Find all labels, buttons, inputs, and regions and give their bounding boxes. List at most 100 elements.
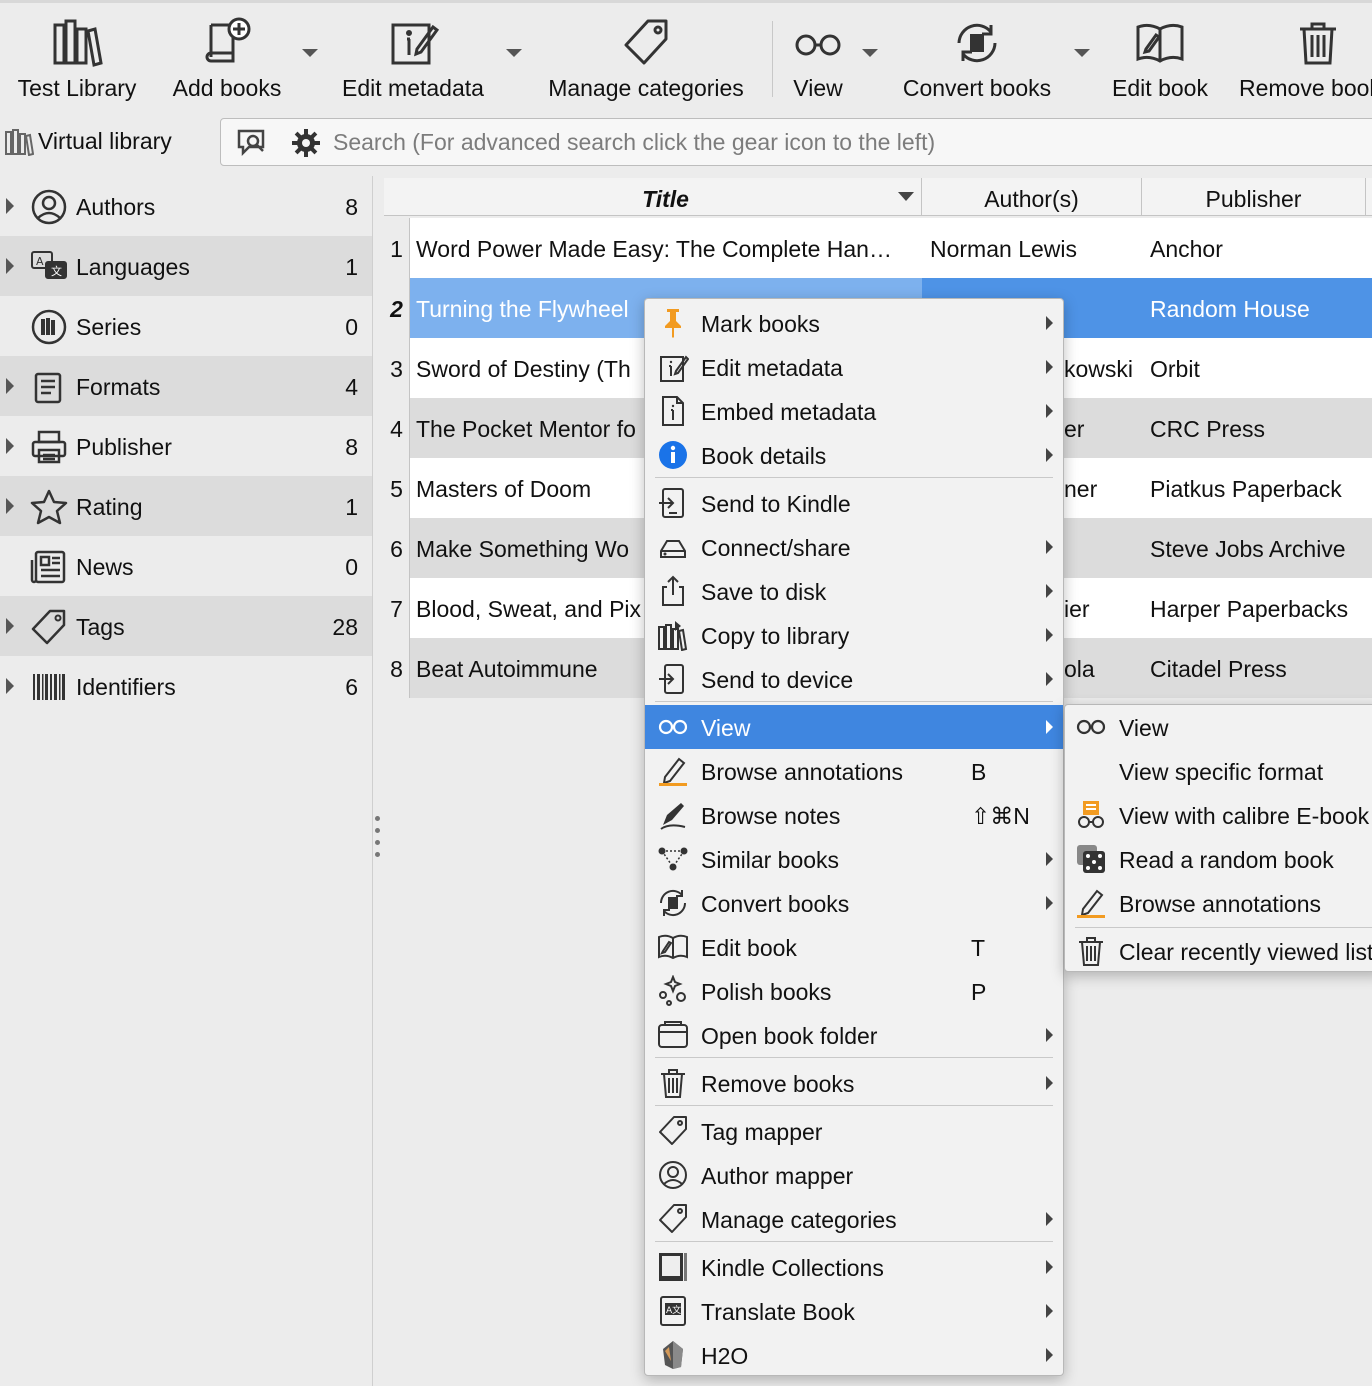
expand-arrow-icon[interactable] [6,678,14,694]
sidebar-item-formats[interactable]: Formats 4 [0,356,372,416]
menu-item-label: Open book folder [701,1023,878,1049]
toolbar-convert-books-button[interactable]: Convert books [890,11,1064,107]
submenu-item-browse-annotations[interactable]: Browse annotations [1065,881,1372,925]
glasses-icon [658,719,688,735]
toolbar-manage-categories-button[interactable]: Manage categories [536,11,756,107]
menu-item-send-to-kindle[interactable]: Send to Kindle [645,481,1063,525]
cell-publisher: Citadel Press [1150,656,1287,682]
expand-arrow-icon[interactable] [6,438,14,454]
menu-item-shortcut: P [971,979,987,1005]
menu-item-embed-metadata[interactable]: Embed metadata [645,389,1063,433]
menu-item-h2o[interactable]: H2O [645,1333,1063,1377]
convert-books-dropdown-arrow[interactable] [1074,49,1090,57]
menu-item-polish-books[interactable]: Polish books P [645,969,1063,1013]
toolbar-edit-metadata-button[interactable]: Edit metadata [330,11,496,107]
submenu-item-clear-recently-viewed[interactable]: Clear recently viewed list [1065,929,1372,971]
menu-item-copy-to-library[interactable]: Copy to library [645,613,1063,657]
submenu-item-view-with-calibre-viewer[interactable]: View with calibre E-book viewer [1065,793,1372,837]
row-number: 6 [384,518,410,578]
sidebar-item-rating[interactable]: Rating 1 [0,476,372,536]
menu-item-edit-metadata[interactable]: Edit metadata [645,345,1063,389]
menu-separator [655,1241,1053,1242]
menu-item-connect-share[interactable]: Connect/share [645,525,1063,569]
menu-item-mark-books[interactable]: Mark books [645,301,1063,345]
submenu-item-view-specific-format[interactable]: View specific format [1065,749,1372,793]
menu-item-label: Manage categories [701,1207,897,1233]
row-number: 4 [384,398,410,458]
row-number: 3 [384,338,410,398]
translate-icon: A文 [660,1296,686,1326]
toolbar-add-books-button[interactable]: Add books [160,11,294,107]
virtual-library-button[interactable]: Virtual library [0,118,210,166]
sidebar-item-count: 28 [332,614,358,640]
menu-item-manage-categories[interactable]: Manage categories [645,1197,1063,1241]
menu-item-remove-books[interactable]: Remove books [645,1061,1063,1105]
sidebar-item-count: 8 [345,434,358,460]
edit-metadata-dropdown-arrow[interactable] [506,49,522,57]
toolbar-remove-books-button[interactable]: Remove books [1232,11,1372,107]
sidebar-item-authors[interactable]: Authors 8 [0,176,372,236]
view-dropdown-arrow[interactable] [862,49,878,57]
menu-item-send-to-device[interactable]: Send to device [645,657,1063,701]
sidebar-item-news[interactable]: News 0 [0,536,372,596]
menu-item-convert-books[interactable]: Convert books [645,881,1063,925]
submenu-arrow-icon [1046,1076,1053,1090]
expand-arrow-icon[interactable] [6,618,14,634]
menu-item-label: Similar books [701,847,840,873]
publisher-icon [31,430,67,464]
save-icon [662,575,684,606]
sidebar-item-identifiers[interactable]: Identifiers 6 [0,656,372,716]
submenu-arrow-icon [1046,584,1053,598]
column-header-label: Author(s) [984,186,1079,212]
expand-arrow-icon[interactable] [6,198,14,214]
submenu-arrow-icon [1046,1028,1053,1042]
column-header-title[interactable]: Title [410,178,922,216]
menu-item-view[interactable]: View [645,705,1063,749]
menu-item-open-book-folder[interactable]: Open book folder [645,1013,1063,1057]
column-header-authors[interactable]: Author(s) [922,178,1142,216]
glasses-icon [795,34,841,56]
toolbar-test-library-button[interactable]: Test Library [0,11,154,107]
menu-item-browse-notes[interactable]: Browse notes ⇧⌘N [645,793,1063,837]
search-input[interactable]: Search (For advanced search click the ge… [333,129,935,156]
sidebar-item-tags[interactable]: Tags 28 [0,596,372,656]
column-header-publisher[interactable]: Publisher [1142,178,1366,216]
menu-item-similar-books[interactable]: Similar books [645,837,1063,881]
menu-item-browse-annotations[interactable]: Browse annotations B [645,749,1063,793]
sidebar-item-languages[interactable]: A文 Languages 1 [0,236,372,296]
send-device-icon [659,664,684,694]
sidebar-item-publisher[interactable]: Publisher 8 [0,416,372,476]
menu-item-author-mapper[interactable]: Author mapper [645,1153,1063,1197]
sidebar-item-series[interactable]: Series 0 [0,296,372,356]
saved-search-icon[interactable] [235,127,271,157]
table-row[interactable]: 1 Word Power Made Easy: The Complete Han… [384,218,1372,278]
language-icon: A文 [31,251,67,279]
menu-item-edit-book[interactable]: Edit book T [645,925,1063,969]
splitter-handle[interactable] [372,176,384,1386]
news-icon [30,550,66,584]
expand-arrow-icon[interactable] [6,498,14,514]
menu-item-translate-book[interactable]: A文 Translate Book [645,1289,1063,1333]
menu-item-label: Polish books [701,979,832,1005]
sidebar-item-label: Publisher [76,434,172,460]
menu-item-label: Tag mapper [701,1119,823,1145]
submenu-arrow-icon [1046,360,1053,374]
cell-title: Word Power Made Easy: The Complete Han… [416,236,892,262]
submenu-arrow-icon [1046,672,1053,686]
menu-item-tag-mapper[interactable]: Tag mapper [645,1109,1063,1153]
gear-icon[interactable] [291,128,321,158]
submenu-item-read-random-book[interactable]: Read a random book [1065,837,1372,881]
tag-icon [31,609,66,645]
menu-item-book-details[interactable]: Book details [645,433,1063,477]
expand-arrow-icon[interactable] [6,258,14,274]
search-bar: Search (For advanced search click the ge… [220,118,1372,166]
menu-item-label: Embed metadata [701,399,877,425]
toolbar-edit-book-button[interactable]: Edit book [1100,11,1220,107]
menu-item-save-to-disk[interactable]: Save to disk [645,569,1063,613]
expand-arrow-icon[interactable] [6,378,14,394]
menu-item-label: View [701,715,751,741]
menu-item-kindle-collections[interactable]: Kindle Collections [645,1245,1063,1289]
submenu-item-view[interactable]: View [1065,705,1372,749]
toolbar-view-button[interactable]: View [780,11,856,107]
add-books-dropdown-arrow[interactable] [302,49,318,57]
